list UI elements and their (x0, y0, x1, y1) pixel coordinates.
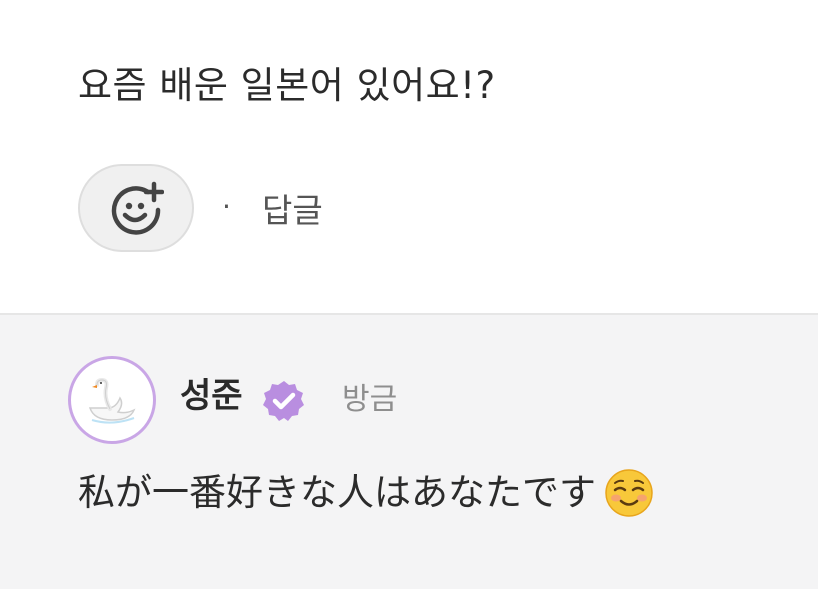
verified-badge-icon (263, 381, 304, 421)
separator-dot: · (222, 190, 231, 223)
avatar[interactable] (68, 356, 156, 444)
reply-button[interactable]: 답글 (262, 188, 323, 234)
parent-comment: 요즘 배운 일본어 있어요!? · 답글 (0, 0, 818, 314)
add-reaction-button[interactable] (78, 164, 194, 252)
smiling-face-icon (605, 469, 653, 517)
comment-thread: 요즘 배운 일본어 있어요!? · 답글 성준 방금 私が一番好きな人はあなたで… (0, 0, 818, 589)
comment-text: 요즘 배운 일본어 있어요!? (78, 64, 496, 107)
timestamp: 방금 (342, 382, 398, 417)
reply-text: 私が一番好きな人はあなたです (78, 471, 596, 514)
swan-icon (88, 377, 136, 424)
smile-plus-icon (111, 181, 164, 235)
author-name[interactable]: 성준 (180, 371, 243, 421)
reply-text-row: 私が一番好きな人はあなたです (78, 465, 654, 521)
reply-comment: 성준 방금 私が一番好きな人はあなたです (0, 315, 818, 589)
